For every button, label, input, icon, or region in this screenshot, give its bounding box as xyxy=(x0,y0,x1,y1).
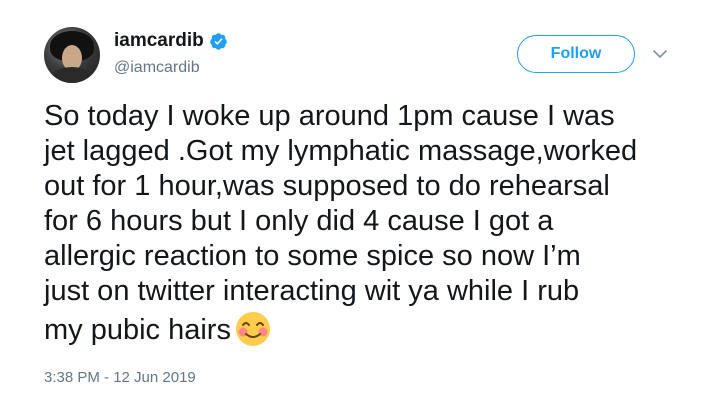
tweet-text-line: jet lagged .Got my lymphatic massage,wor… xyxy=(44,135,638,167)
tweet-text-line: So today I woke up around 1pm cause I wa… xyxy=(44,100,615,132)
chevron-down-icon[interactable] xyxy=(652,47,668,61)
tweet-text-line: for 6 hours but I only did 4 cause I got… xyxy=(44,205,554,237)
tweet-text-line: allergic reaction to some spice so now I… xyxy=(44,240,581,272)
display-name[interactable]: iamcardib xyxy=(114,30,204,52)
tweet-text-line: just on twitter interacting wit ya while… xyxy=(44,275,580,307)
display-name-row[interactable]: iamcardib xyxy=(114,30,228,52)
user-handle[interactable]: @iamcardib xyxy=(114,59,200,77)
tweet-card: iamcardib @iamcardib Follow So today I w… xyxy=(0,0,720,402)
tweet-text-line-last: my pubic hairs xyxy=(44,309,694,349)
tweet-text: So today I woke up around 1pm cause I wa… xyxy=(44,99,694,349)
tweet-text-line: out for 1 hour,was supposed to do rehear… xyxy=(44,170,610,202)
follow-button[interactable]: Follow xyxy=(517,35,635,73)
avatar[interactable] xyxy=(44,27,100,83)
tweet-text-line: my pubic hairs xyxy=(44,314,231,346)
tweet-timestamp[interactable]: 3:38 PM - 12 Jun 2019 xyxy=(44,369,196,386)
verified-badge-icon xyxy=(209,32,227,50)
blushing-smile-emoji-icon xyxy=(235,312,270,346)
